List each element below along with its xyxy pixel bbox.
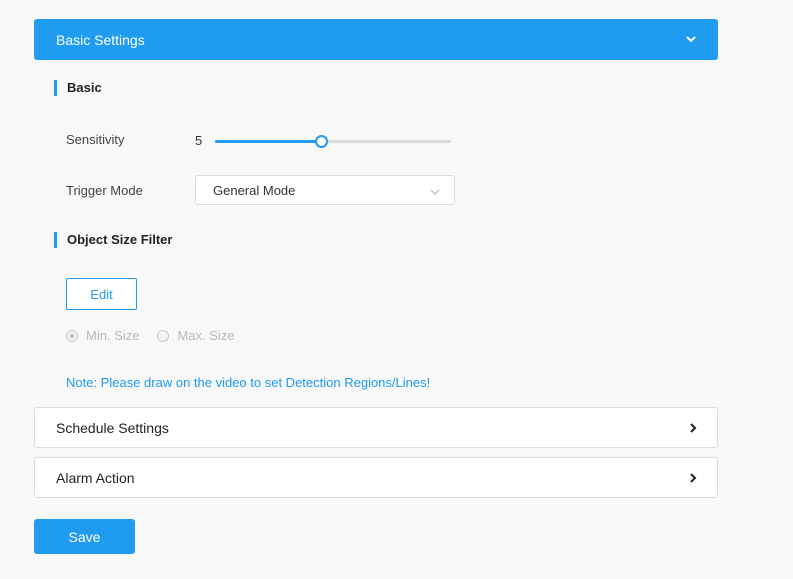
basic-section-title: Basic (54, 80, 102, 96)
chevron-right-icon (690, 420, 697, 436)
alarm-action-title: Alarm Action (56, 469, 135, 486)
basic-settings-header[interactable]: Basic Settings (34, 19, 718, 60)
alarm-action-panel[interactable]: Alarm Action (34, 457, 718, 498)
sensitivity-slider-thumb[interactable] (315, 135, 329, 148)
sensitivity-value: 5 (195, 133, 203, 148)
sensitivity-slider-fill (215, 140, 322, 143)
sensitivity-slider[interactable] (215, 135, 451, 148)
min-size-label: Min. Size (86, 328, 140, 343)
detection-note: Note: Please draw on the video to set De… (66, 375, 431, 390)
chevron-down-icon (430, 183, 440, 198)
max-size-label: Max. Size (177, 328, 235, 343)
save-button[interactable]: Save (34, 519, 135, 554)
edit-button[interactable]: Edit (66, 278, 137, 310)
trigger-mode-select[interactable]: General Mode (195, 175, 455, 205)
trigger-mode-label: Trigger Mode (66, 183, 143, 198)
chevron-down-icon[interactable] (684, 33, 698, 47)
basic-settings-title: Basic Settings (56, 31, 145, 48)
max-size-radio[interactable] (157, 329, 170, 342)
sensitivity-label: Sensitivity (66, 132, 125, 147)
min-size-radio[interactable] (66, 329, 78, 342)
chevron-right-icon (690, 470, 697, 486)
schedule-settings-title: Schedule Settings (56, 419, 169, 436)
trigger-mode-value: General Mode (213, 182, 296, 198)
object-size-filter-title: Object Size Filter (54, 232, 172, 248)
schedule-settings-panel[interactable]: Schedule Settings (34, 407, 718, 448)
size-radio-group: Min. Size Max. Size (66, 328, 235, 343)
